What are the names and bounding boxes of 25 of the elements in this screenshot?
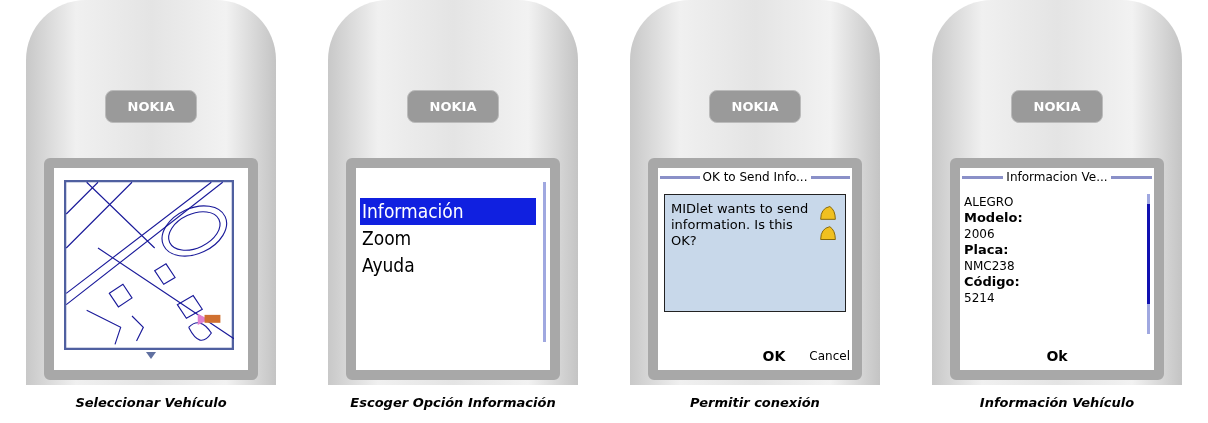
menu-item[interactable]: Ayuda [360,252,536,279]
caption: Información Vehículo [979,395,1135,410]
screen-title: Informacion Ve... [1006,170,1108,184]
brand-badge: NOKIA [1010,90,1104,123]
field-label: Placa: [964,242,1010,258]
alert-message: MIDlet wants to send information. Is this OK? [671,201,810,250]
brand-badge: NOKIA [104,90,198,123]
menu-item[interactable]: Zoom [360,225,536,252]
scroll-arrow-icon [146,352,156,359]
field-value: ALEGRO [964,194,1015,210]
field-label: Modelo: [964,210,1024,226]
field-value: NMC238 [964,258,1016,274]
field-value: 5214 [964,290,996,306]
softkey-button[interactable]: Cancel [809,348,850,364]
brand-badge: NOKIA [406,90,500,123]
brand-badge: NOKIA [708,90,802,123]
field-label: Código: [964,274,1021,290]
screen-title: OK to Send Info... [702,170,808,184]
menu-item[interactable]: Información [360,198,536,225]
caption: Escoger Opción Información [350,395,556,410]
softkey-button[interactable]: Ok [1046,348,1068,364]
caption: Permitir conexión [690,395,820,410]
field-value: 2006 [964,226,996,242]
caption: Seleccionar Vehículo [75,395,227,410]
softkey-button[interactable]: OK [762,348,786,364]
